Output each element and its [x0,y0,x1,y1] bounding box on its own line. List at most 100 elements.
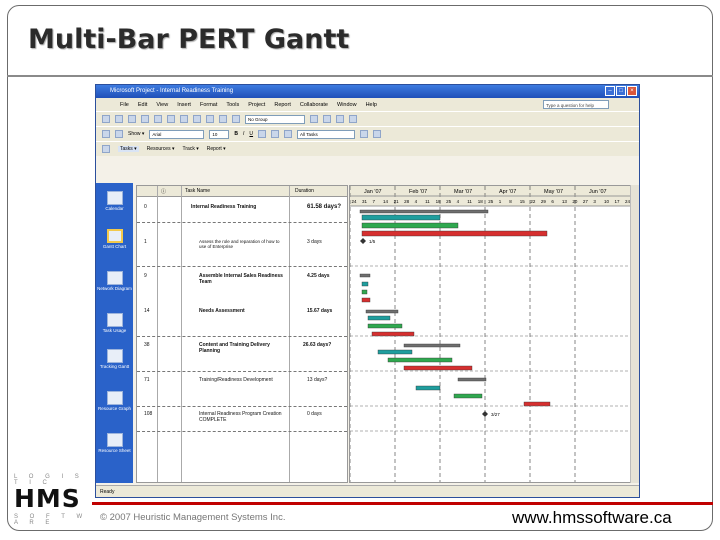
undo-icon[interactable] [193,115,201,123]
minimize-icon[interactable]: – [605,86,615,96]
outdent-icon[interactable] [102,130,110,138]
task-info-icon[interactable] [232,115,240,123]
row-separator [137,371,347,372]
duration-cell[interactable]: 3 days [307,239,322,245]
guide-report[interactable]: Report ▾ [207,146,226,152]
view-tracking-gantt[interactable]: Tracking Gantt [96,349,133,369]
maximize-icon[interactable]: □ [616,86,626,96]
italic-button[interactable]: I [243,131,244,137]
row-separator [137,266,347,267]
col-divider [181,186,182,482]
day-label: 17 [614,199,620,204]
align-left-icon[interactable] [258,130,267,138]
teal-bar [415,385,441,391]
align-right-icon[interactable] [284,130,293,138]
zoom-in-icon[interactable] [310,115,318,123]
zoom-out-icon[interactable] [323,115,331,123]
red-bar [403,365,473,371]
menu-report[interactable]: Report [274,102,291,108]
help-question-input[interactable]: Type a question for help [543,100,609,109]
view-task-usage[interactable]: Task Usage [96,313,133,333]
print-icon[interactable] [141,115,149,123]
view-gantt-chart[interactable]: Gantt Chart [96,229,133,249]
view-resource-graph[interactable]: Resource Graph [96,391,133,411]
green-bar [367,323,403,329]
cut-icon[interactable] [154,115,162,123]
task-name-cell[interactable]: Internal Readiness Training [191,204,281,210]
group-select[interactable]: No Group [245,114,305,124]
help-icon[interactable] [349,115,357,123]
menu-insert[interactable]: Insert [177,102,191,108]
guide-resources[interactable]: Resources ▾ [147,146,175,152]
duration-cell[interactable]: 4.25 days [307,273,330,279]
open-icon[interactable] [115,115,123,123]
col-divider [289,186,290,482]
underline-button[interactable]: U [249,131,253,137]
link-icon[interactable] [206,115,214,123]
milestone-diamond [482,411,488,417]
font-size-select[interactable]: 10 [209,129,230,139]
status-bar: Ready [96,485,639,497]
close-icon[interactable]: × [627,86,637,96]
paste-icon[interactable] [180,115,188,123]
scroll-to-task-icon[interactable] [336,115,344,123]
menu-collaborate[interactable]: Collaborate [300,102,328,108]
task-name-cell[interactable]: Content and Training Delivery Planning [199,342,283,354]
row-separator [137,336,347,337]
menu-window[interactable]: Window [337,102,357,108]
font-select[interactable]: Arial [149,129,205,139]
row-id: 0 [144,204,147,210]
view-label: Calendar [105,206,124,211]
menu-edit[interactable]: Edit [138,102,147,108]
filter-select[interactable]: All Tasks [297,129,356,139]
vertical-scrollbar[interactable] [630,185,639,483]
green-bar [387,357,453,363]
menu-file[interactable]: File [120,102,129,108]
duration-cell[interactable]: 15.67 days [307,308,332,314]
view-calendar[interactable]: Calendar [96,191,133,211]
gantt-svg: Jan '07 Feb '07 Mar '07 Apr '07 May '07 Jun '… [350,186,630,482]
menu-project[interactable]: Project [248,102,265,108]
month-label: Jan '07 [364,189,382,195]
standard-toolbar: No Group [96,111,639,126]
task-name-cell[interactable]: Internal Readiness Program Creation COMP… [199,411,283,423]
show-menu[interactable]: Show ▾ [128,131,144,137]
autofilter-icon[interactable] [360,130,369,138]
duration-cell[interactable]: 13 days? [307,377,327,383]
project-guide-icon[interactable] [102,145,110,153]
align-center-icon[interactable] [271,130,280,138]
gantt-wizard-icon[interactable] [373,130,382,138]
view-network-diagram[interactable]: Network Diagram [96,271,133,291]
task-name-cell[interactable]: Needs Assessment [199,308,283,314]
menu-format[interactable]: Format [200,102,217,108]
indent-icon[interactable] [115,130,123,138]
duration-cell[interactable]: 0 days [307,411,322,417]
logo-bottom-text: S O F T W A R E [14,514,88,526]
duration-cell[interactable]: 26.63 days? [303,342,331,348]
day-label: 14 [383,199,389,204]
view-resource-sheet[interactable]: Resource Sheet [96,433,133,453]
task-name-cell[interactable]: Assess the role and reparation of how to… [199,239,283,249]
duration-cell[interactable]: 61.58 days? [307,204,347,210]
new-icon[interactable] [102,115,110,123]
task-name-cell[interactable]: Assemble Internal Sales Readiness Team [199,273,283,285]
website-url[interactable]: www.hmssoftware.ca [512,508,672,528]
row-id: 38 [144,342,150,348]
save-icon[interactable] [128,115,136,123]
red-bar [361,230,548,237]
bold-button[interactable]: B [234,131,238,137]
duration-header[interactable]: Duration [295,188,314,194]
menu-view[interactable]: View [156,102,168,108]
view-label: Tracking Gantt [99,364,130,369]
task-name-cell[interactable]: Training/Readiness Development [199,377,283,383]
unlink-icon[interactable] [219,115,227,123]
copy-icon[interactable] [167,115,175,123]
guide-tasks[interactable]: Tasks ▾ [118,146,139,152]
guide-track[interactable]: Track ▾ [183,146,199,152]
menu-help[interactable]: Help [366,102,377,108]
green-bar [361,289,368,295]
day-label: 11 [425,199,430,204]
task-name-header[interactable]: Task Name [185,188,210,194]
milestone-label: 1/5 [369,239,376,244]
menu-tools[interactable]: Tools [226,102,239,108]
